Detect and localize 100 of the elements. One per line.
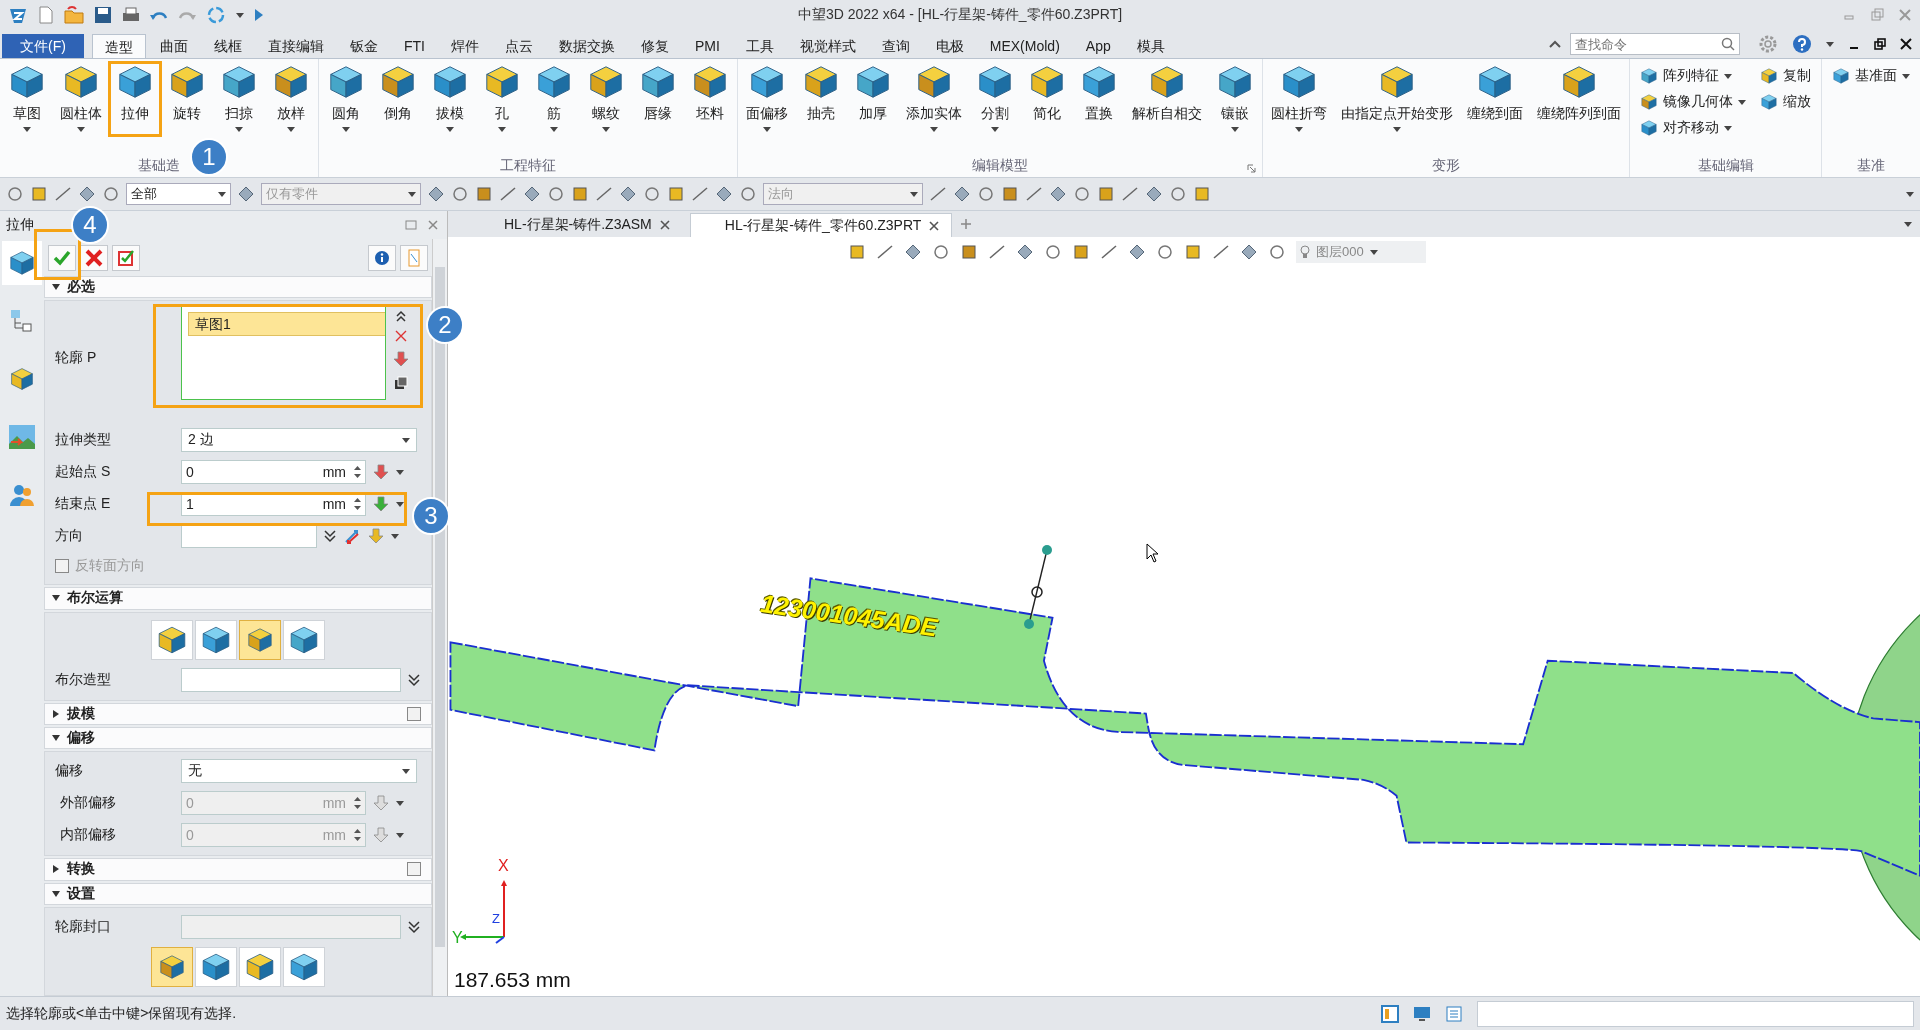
- dropdown[interactable]: 无: [181, 759, 417, 784]
- toolbar-icon[interactable]: [30, 185, 48, 203]
- toolbar-icon[interactable]: [54, 185, 72, 203]
- toolbar-icon[interactable]: [475, 185, 493, 203]
- ribbon-tool-button[interactable]: 筋: [531, 59, 577, 132]
- toolbar-icon[interactable]: [78, 185, 96, 203]
- copy-icon[interactable]: [394, 376, 408, 391]
- ribbon-tool-button[interactable]: 扫掠: [216, 59, 262, 132]
- option-button[interactable]: [283, 946, 325, 987]
- ribbon-tool-button[interactable]: 镶嵌: [1212, 59, 1258, 132]
- toolbar-icon[interactable]: [667, 185, 685, 203]
- ribbon-tab[interactable]: 曲面: [147, 34, 200, 58]
- section-checkbox[interactable]: [407, 862, 421, 877]
- toolbar-icon[interactable]: [499, 185, 517, 203]
- toolbar-icon[interactable]: [960, 243, 978, 261]
- toolbar-icon[interactable]: [1212, 243, 1230, 261]
- panel-side-tab[interactable]: [2, 241, 42, 285]
- toolbar-icon[interactable]: [1121, 185, 1139, 203]
- ribbon-tool-button[interactable]: 简化: [1024, 59, 1070, 123]
- toolbar-icon[interactable]: [876, 243, 894, 261]
- ribbon-tool-button[interactable]: 唇缘: [635, 59, 681, 123]
- toolbar-icon[interactable]: [6, 185, 24, 203]
- document-tab[interactable]: HL-行星架-铸件_零件60.Z3PRT: [689, 213, 953, 237]
- toolbar-icon[interactable]: [1128, 243, 1146, 261]
- toolbar-icon[interactable]: [1049, 185, 1067, 203]
- help-icon[interactable]: [1792, 34, 1812, 54]
- search-icon[interactable]: [1721, 37, 1735, 51]
- new-file-icon[interactable]: [38, 6, 54, 24]
- option-button[interactable]: [283, 619, 325, 660]
- toolbar-icon[interactable]: [1044, 243, 1062, 261]
- option-button[interactable]: [195, 619, 237, 660]
- ribbon-tool-button[interactable]: 缩放: [1760, 89, 1811, 115]
- toolbar-icon[interactable]: [451, 185, 469, 203]
- ribbon-tool-button[interactable]: 基准面: [1832, 63, 1910, 89]
- toolbar-icon[interactable]: [1240, 243, 1258, 261]
- cancel-button[interactable]: [80, 244, 108, 271]
- input-field[interactable]: [181, 524, 317, 549]
- ribbon-tab[interactable]: App: [1073, 34, 1123, 58]
- toolbar-icon[interactable]: [739, 185, 757, 203]
- open-folder-icon[interactable]: [64, 6, 84, 24]
- collapse-ribbon-icon[interactable]: [1548, 39, 1562, 49]
- ribbon-tab[interactable]: 线框: [201, 34, 254, 58]
- ribbon-tool-button[interactable]: 缠绕到面: [1463, 59, 1527, 123]
- pick-arrow-icon[interactable]: [392, 350, 410, 369]
- ribbon-tool-button[interactable]: 置换: [1076, 59, 1122, 123]
- ribbon-tool-button[interactable]: 抽壳: [798, 59, 844, 123]
- profile-list[interactable]: 草图1: [181, 306, 386, 401]
- toolbar-icon[interactable]: [932, 243, 950, 261]
- restore-icon[interactable]: [1874, 38, 1886, 50]
- ribbon-tool-button[interactable]: 圆柱体: [56, 59, 106, 132]
- toolbar-icon[interactable]: [1156, 243, 1174, 261]
- refresh-icon[interactable]: [206, 5, 226, 25]
- toolbar-icon[interactable]: [953, 185, 971, 203]
- toolbar-icon[interactable]: [1073, 185, 1091, 203]
- ribbon-tool-button[interactable]: 阵列特征: [1640, 63, 1746, 89]
- toolbar-icon[interactable]: [595, 185, 613, 203]
- ribbon-tool-button[interactable]: 拉伸: [112, 59, 158, 123]
- ribbon-tool-button[interactable]: 复制: [1760, 63, 1811, 89]
- dropdown[interactable]: 2 边: [181, 428, 417, 453]
- print-icon[interactable]: [122, 6, 140, 24]
- toolbar-icon[interactable]: [848, 243, 866, 261]
- ribbon-tool-button[interactable]: 螺纹: [583, 59, 629, 132]
- close-icon[interactable]: [659, 220, 670, 230]
- option-button[interactable]: [151, 946, 193, 987]
- reverse-arrows-icon[interactable]: [343, 527, 361, 546]
- option-button[interactable]: [151, 619, 193, 660]
- ribbon-tool-button[interactable]: 圆柱折弯: [1267, 59, 1331, 132]
- pick-arrow-icon[interactable]: [372, 463, 390, 482]
- ribbon-tab[interactable]: 查询: [869, 34, 922, 58]
- apply-button[interactable]: [112, 244, 140, 271]
- number-field[interactable]: 0 mm: [181, 460, 366, 485]
- ok-button[interactable]: [48, 244, 76, 271]
- toolbar-icon[interactable]: [571, 185, 589, 203]
- ribbon-tab[interactable]: 钣金: [337, 34, 390, 58]
- input-field[interactable]: [181, 667, 401, 692]
- toolbar-icon[interactable]: [1268, 243, 1286, 261]
- toolbar-icon[interactable]: [1145, 185, 1163, 203]
- pick-arrow-icon[interactable]: [372, 495, 390, 514]
- section-header[interactable]: 设置: [44, 882, 432, 905]
- toolbar-icon[interactable]: [1097, 185, 1115, 203]
- search-field[interactable]: 查找命令: [1570, 33, 1740, 55]
- double-chevron-down-icon[interactable]: [407, 919, 421, 934]
- ribbon-tool-button[interactable]: 加厚: [850, 59, 896, 123]
- close-icon[interactable]: [929, 220, 940, 231]
- toolbar-icon[interactable]: [1025, 185, 1043, 203]
- toolbar-icon[interactable]: [1169, 185, 1187, 203]
- ribbon-tool-button[interactable]: 对齐移动: [1640, 115, 1746, 141]
- ribbon-tab[interactable]: 视觉样式: [787, 34, 868, 58]
- toolbar-icon[interactable]: [619, 185, 637, 203]
- ribbon-tab[interactable]: 修复: [628, 34, 681, 58]
- toolbar-icon[interactable]: [929, 185, 947, 203]
- section-header[interactable]: 必选: [44, 276, 432, 299]
- toolbar-icon[interactable]: [643, 185, 661, 203]
- pick-arrow-icon[interactable]: [367, 527, 385, 546]
- file-menu-button[interactable]: 文件(F): [2, 34, 84, 58]
- document-tab[interactable]: HL-行星架-铸件.Z3ASM: [478, 213, 682, 237]
- ribbon-tool-button[interactable]: 面偏移: [742, 59, 792, 132]
- settings-icon[interactable]: [1758, 34, 1778, 54]
- toolbar-icon[interactable]: [1072, 243, 1090, 261]
- dialog-launcher-icon[interactable]: [1247, 164, 1256, 173]
